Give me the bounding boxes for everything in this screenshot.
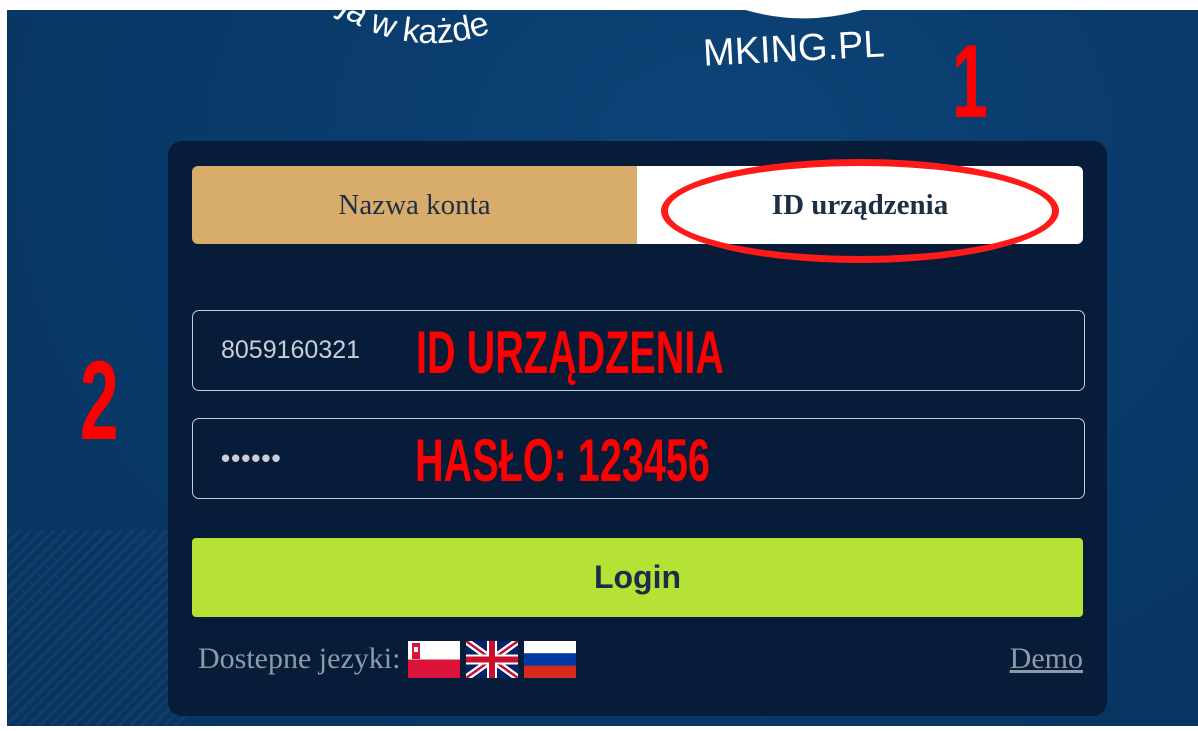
- tab-device-id[interactable]: ID urządzenia: [637, 166, 1083, 244]
- annotation-step-2: 2: [80, 338, 119, 463]
- logo-slogan: acja w każde: [308, 10, 494, 51]
- password-masked-value: ••••••: [221, 443, 282, 473]
- language-footer: Dostepne jezyki: Demo: [198, 639, 1083, 679]
- login-mode-tabs: Nazwa konta ID urządzenia: [192, 166, 1083, 244]
- annotation-device-id: ID URZĄDZENIA: [416, 319, 724, 386]
- tab-device-id-label: ID urządzenia: [771, 188, 949, 221]
- login-button[interactable]: Login: [192, 538, 1083, 617]
- languages-label: Dostepne jezyki:: [198, 642, 401, 675]
- device-id-field[interactable]: 8059160321 ID URZĄDZENIA: [192, 310, 1085, 391]
- annotation-step-1: 1: [952, 24, 988, 140]
- login-button-label: Login: [593, 559, 682, 595]
- device-id-value: 8059160321: [221, 336, 361, 364]
- uk-flag-icon[interactable]: [466, 640, 519, 678]
- background-texture: [7, 530, 187, 726]
- pl-flag-icon[interactable]: [408, 640, 461, 678]
- ru-flag-icon[interactable]: [524, 640, 577, 678]
- tab-account-name-label: Nazwa konta: [338, 188, 491, 221]
- svg-text:acja w każde: acja w każde: [308, 10, 494, 51]
- password-field[interactable]: •••••• HASŁO: 123456: [192, 418, 1085, 499]
- demo-link[interactable]: Demo: [1010, 642, 1083, 676]
- annotation-password: HASŁO: 123456: [415, 427, 710, 494]
- brand-logo-left: acja w każde: [308, 10, 494, 51]
- tab-account-name[interactable]: Nazwa konta: [192, 166, 637, 244]
- login-panel: Nazwa konta ID urządzenia 8059160321 ID …: [168, 141, 1107, 716]
